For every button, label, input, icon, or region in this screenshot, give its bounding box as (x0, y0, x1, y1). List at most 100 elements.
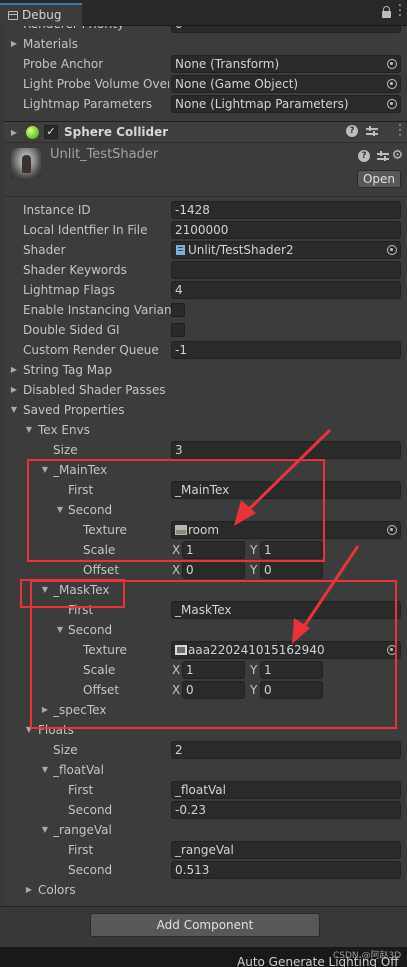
colors-row[interactable]: ▶ Colors (4, 880, 407, 900)
lightmap-params-label: Lightmap Parameters (23, 97, 153, 111)
divider (4, 196, 407, 197)
float-val-row[interactable]: ▼ _floatVal (4, 760, 407, 780)
string-tag-map-row[interactable]: ▶ String Tag Map (4, 360, 407, 380)
probe-anchor-value: None (Transform) (175, 57, 280, 71)
local-id-field[interactable]: 2100000 (171, 221, 401, 239)
tex-envs-size-row: Size 3 (4, 440, 407, 460)
shader-field[interactable]: Unlit/TestShader2 (171, 241, 401, 259)
instance-id-row: Instance ID -1428 (4, 200, 407, 220)
more-options-icon[interactable]: · · · (396, 0, 404, 23)
window-icon (8, 11, 18, 20)
double-sided-gi-label: Double Sided GI (23, 323, 120, 337)
shader-value: Unlit/TestShader2 (188, 243, 294, 257)
fold-arrow-icon[interactable]: ▶ (9, 34, 19, 54)
double-sided-gi-checkbox[interactable] (171, 323, 185, 337)
materials-row[interactable]: ▶ Materials (4, 34, 407, 54)
float-val-first-field[interactable]: _floatVal (171, 781, 401, 799)
tex-envs-label: Tex Envs (38, 423, 90, 437)
x-axis-label: X (172, 563, 181, 577)
saved-properties-label: Saved Properties (23, 403, 125, 417)
light-probe-field[interactable]: None (Game Object) (171, 75, 401, 93)
fold-arrow-icon[interactable]: ▶ (9, 123, 19, 143)
component-title: Sphere Collider (64, 125, 169, 139)
instancing-row: Enable Instancing Variants (4, 300, 407, 320)
float-val-second-field[interactable]: -0.23 (171, 801, 401, 819)
lightmap-params-field[interactable]: None (Lightmap Parameters) (171, 95, 401, 113)
instancing-label: Enable Instancing Variants (23, 303, 171, 317)
tab-debug[interactable]: Debug (0, 3, 82, 26)
local-id-row: Local Identfier In File 2100000 (4, 220, 407, 240)
render-queue-label: Custom Render Queue (23, 343, 159, 357)
renderer-priority-row: Renderer Priority 0 (4, 26, 407, 34)
materials-label: Materials (23, 37, 79, 51)
fold-arrow-icon[interactable]: ▶ (9, 380, 19, 400)
more-options-icon[interactable]: · · · (396, 119, 404, 141)
window-tab-bar: Debug · · · (0, 0, 407, 26)
open-button[interactable]: Open (357, 170, 401, 188)
instance-id-field[interactable]: -1428 (171, 201, 401, 219)
main-tex-offset-y-field[interactable]: 0 (260, 561, 323, 579)
string-tag-map-label: String Tag Map (23, 363, 113, 377)
probe-anchor-label: Probe Anchor (23, 57, 104, 71)
probe-anchor-field[interactable]: None (Transform) (171, 55, 401, 73)
presets-icon[interactable] (366, 125, 378, 137)
fold-arrow-open-icon[interactable]: ▼ (24, 420, 34, 440)
range-val-row[interactable]: ▼ _rangeVal (4, 820, 407, 840)
gear-icon[interactable]: ⚙ (391, 149, 404, 162)
disabled-passes-row[interactable]: ▶ Disabled Shader Passes (4, 380, 407, 400)
fold-arrow-open-icon[interactable]: ▼ (40, 760, 50, 780)
component-enabled-checkbox[interactable]: ✓ (44, 125, 58, 139)
lightmap-params-value: None (Lightmap Parameters) (175, 97, 349, 111)
floats-size-field[interactable]: 2 (171, 741, 401, 759)
offset-label: Offset (83, 563, 120, 577)
object-picker-icon[interactable] (387, 99, 397, 109)
renderer-priority-field[interactable]: 0 (171, 26, 401, 33)
range-val-second-field[interactable]: 0.513 (171, 861, 401, 879)
render-queue-field[interactable]: -1 (171, 341, 401, 359)
tex-envs-size-field[interactable]: 3 (171, 441, 401, 459)
object-picker-icon[interactable] (387, 525, 397, 535)
light-probe-value: None (Game Object) (175, 77, 299, 91)
range-val-first-field[interactable]: _rangeVal (171, 841, 401, 859)
shader-label: Shader (23, 243, 66, 257)
range-val-label: _rangeVal (53, 823, 112, 837)
double-sided-gi-row: Double Sided GI (4, 320, 407, 340)
first-label: First (68, 843, 94, 857)
colors-label: Colors (38, 883, 76, 897)
probe-anchor-row: Probe Anchor None (Transform) (4, 54, 407, 74)
object-picker-icon[interactable] (387, 59, 397, 69)
help-icon[interactable]: ? (346, 125, 358, 137)
shader-keywords-field[interactable] (171, 261, 401, 279)
second-label: Second (68, 863, 113, 877)
lightmap-params-row: Lightmap Parameters None (Lightmap Param… (4, 94, 407, 114)
tab-label: Debug (22, 8, 62, 22)
instancing-checkbox[interactable] (171, 303, 185, 317)
float-val-first-row: First _floatVal (4, 780, 407, 800)
lock-icon[interactable] (382, 6, 391, 18)
add-component-button[interactable]: Add Component (90, 913, 320, 937)
object-picker-icon[interactable] (387, 245, 397, 255)
float-val-label: _floatVal (53, 763, 104, 777)
tex-envs-row[interactable]: ▼ Tex Envs (4, 420, 407, 440)
size-label: Size (53, 443, 78, 457)
lightmap-flags-label: Lightmap Flags (23, 283, 115, 297)
fold-arrow-icon[interactable]: ▶ (24, 880, 34, 900)
object-picker-icon[interactable] (387, 79, 397, 89)
shader-row: Shader Unlit/TestShader2 (4, 240, 407, 260)
main-tex-offset-row: Offset X 0 Y 0 (4, 560, 407, 580)
fold-arrow-icon[interactable]: ▶ (9, 360, 19, 380)
help-icon[interactable]: ? (358, 150, 370, 162)
shader-keywords-label: Shader Keywords (23, 263, 127, 277)
sphere-collider-icon (26, 126, 39, 139)
presets-icon[interactable] (377, 150, 389, 162)
floats-size-row: Size 2 (4, 740, 407, 760)
local-id-label: Local Identfier In File (23, 223, 148, 237)
sphere-collider-header[interactable]: ▶ ✓ Sphere Collider ? · · · (4, 119, 407, 143)
main-tex-offset-x-field[interactable]: 0 (182, 561, 245, 579)
fold-arrow-open-icon[interactable]: ▼ (40, 820, 50, 840)
saved-properties-row[interactable]: ▼ Saved Properties (4, 400, 407, 420)
annotation-box-mask-tex (30, 580, 397, 729)
lightmap-flags-field[interactable]: 4 (171, 281, 401, 299)
render-queue-row: Custom Render Queue -1 (4, 340, 407, 360)
fold-arrow-open-icon[interactable]: ▼ (9, 400, 19, 420)
